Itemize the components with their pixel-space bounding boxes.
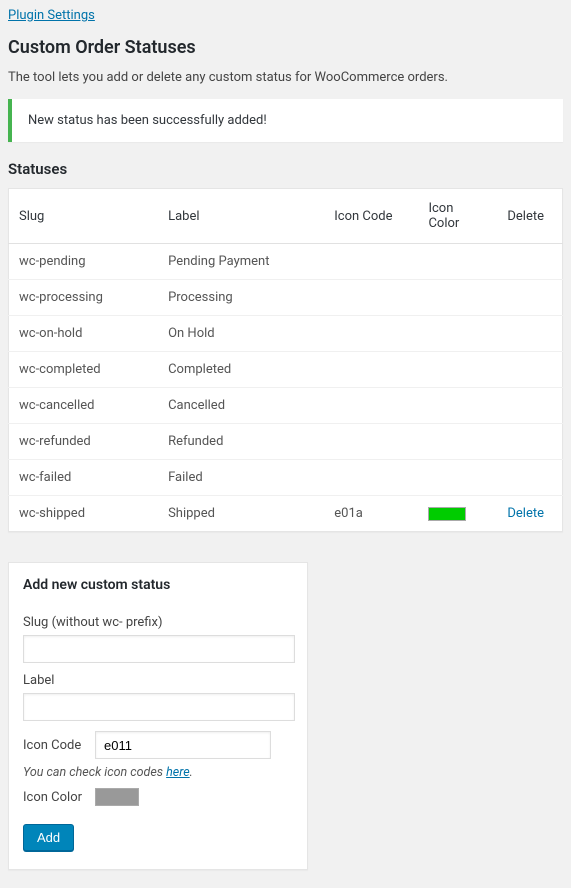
cell-icon-code bbox=[324, 388, 418, 424]
cell-label: Cancelled bbox=[158, 388, 324, 424]
col-icon-code: Icon Code bbox=[324, 189, 418, 244]
form-title: Add new custom status bbox=[23, 577, 293, 593]
cell-icon-code bbox=[324, 460, 418, 496]
col-delete: Delete bbox=[490, 189, 562, 244]
cell-icon-color bbox=[418, 352, 490, 388]
cell-label: Shipped bbox=[158, 496, 324, 532]
cell-slug: wc-refunded bbox=[9, 424, 159, 460]
cell-icon-color bbox=[418, 244, 490, 280]
cell-slug: wc-pending bbox=[9, 244, 159, 280]
cell-icon-color bbox=[418, 460, 490, 496]
cell-icon-color bbox=[418, 424, 490, 460]
statuses-heading: Statuses bbox=[8, 160, 563, 178]
cell-label: Pending Payment bbox=[158, 244, 324, 280]
icon-code-hint: You can check icon codes here. bbox=[23, 765, 293, 780]
table-row: wc-failedFailed bbox=[9, 460, 563, 496]
cell-icon-color bbox=[418, 316, 490, 352]
cell-label: Refunded bbox=[158, 424, 324, 460]
icon-color-label: Icon Color bbox=[23, 790, 85, 805]
cell-label: Failed bbox=[158, 460, 324, 496]
icon-color-input[interactable] bbox=[95, 788, 139, 806]
slug-label: Slug (without wc- prefix) bbox=[23, 615, 293, 630]
cell-delete bbox=[490, 460, 562, 496]
cell-delete bbox=[490, 280, 562, 316]
cell-slug: wc-failed bbox=[9, 460, 159, 496]
cell-icon-color bbox=[418, 496, 490, 532]
statuses-table: Slug Label Icon Code Icon Color Delete w… bbox=[8, 188, 563, 532]
cell-delete bbox=[490, 244, 562, 280]
add-status-form: Add new custom status Slug (without wc- … bbox=[8, 562, 308, 870]
cell-label: Processing bbox=[158, 280, 324, 316]
table-header-row: Slug Label Icon Code Icon Color Delete bbox=[9, 189, 563, 244]
hint-suffix: . bbox=[190, 765, 193, 780]
icon-code-input[interactable] bbox=[95, 731, 271, 759]
slug-input[interactable] bbox=[23, 635, 295, 663]
cell-icon-color bbox=[418, 388, 490, 424]
delete-link[interactable]: Delete bbox=[507, 506, 544, 521]
cell-icon-code: e01a bbox=[324, 496, 418, 532]
cell-icon-code bbox=[324, 352, 418, 388]
hint-prefix: You can check icon codes bbox=[23, 765, 166, 780]
icon-code-label: Icon Code bbox=[23, 738, 85, 753]
table-row: wc-pendingPending Payment bbox=[9, 244, 563, 280]
table-row: wc-refundedRefunded bbox=[9, 424, 563, 460]
cell-delete bbox=[490, 388, 562, 424]
label-input[interactable] bbox=[23, 693, 295, 721]
cell-icon-code bbox=[324, 280, 418, 316]
cell-slug: wc-shipped bbox=[9, 496, 159, 532]
col-slug: Slug bbox=[9, 189, 159, 244]
cell-slug: wc-on-hold bbox=[9, 316, 159, 352]
label-label: Label bbox=[23, 673, 293, 688]
table-row: wc-cancelledCancelled bbox=[9, 388, 563, 424]
cell-delete bbox=[490, 352, 562, 388]
plugin-settings-link[interactable]: Plugin Settings bbox=[8, 8, 95, 23]
cell-slug: wc-cancelled bbox=[9, 388, 159, 424]
cell-slug: wc-processing bbox=[9, 280, 159, 316]
cell-icon-code bbox=[324, 424, 418, 460]
col-icon-color: Icon Color bbox=[418, 189, 490, 244]
cell-delete: Delete bbox=[490, 496, 562, 532]
table-row: wc-shippedShippede01a Delete bbox=[9, 496, 563, 532]
cell-icon-color bbox=[418, 280, 490, 316]
page-title: Custom Order Statuses bbox=[8, 37, 563, 58]
col-label: Label bbox=[158, 189, 324, 244]
color-swatch bbox=[428, 507, 466, 521]
cell-icon-code bbox=[324, 244, 418, 280]
table-row: wc-on-holdOn Hold bbox=[9, 316, 563, 352]
cell-slug: wc-completed bbox=[9, 352, 159, 388]
page-description: The tool lets you add or delete any cust… bbox=[8, 70, 563, 85]
table-row: wc-processingProcessing bbox=[9, 280, 563, 316]
cell-delete bbox=[490, 424, 562, 460]
table-row: wc-completedCompleted bbox=[9, 352, 563, 388]
success-notice: New status has been successfully added! bbox=[8, 99, 563, 142]
cell-delete bbox=[490, 316, 562, 352]
add-button[interactable]: Add bbox=[23, 824, 74, 851]
icon-codes-link[interactable]: here bbox=[166, 765, 190, 780]
cell-label: On Hold bbox=[158, 316, 324, 352]
cell-icon-code bbox=[324, 316, 418, 352]
cell-label: Completed bbox=[158, 352, 324, 388]
